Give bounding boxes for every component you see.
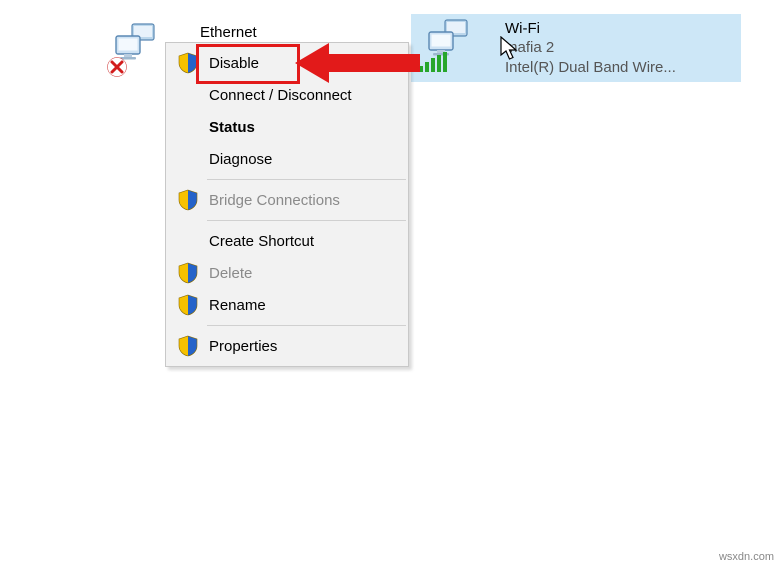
menu-properties-label: Properties [209, 338, 277, 355]
menu-separator [207, 179, 406, 180]
shield-icon [177, 262, 199, 284]
wifi-network: mafia 2 [505, 38, 676, 58]
menu-status-label: Status [209, 119, 255, 136]
menu-connect-disconnect-label: Connect / Disconnect [209, 87, 352, 104]
watermark-text: wsxdn.com [719, 551, 774, 563]
menu-separator [207, 325, 406, 326]
shield-icon [177, 335, 199, 357]
menu-disable[interactable]: Disable [167, 47, 407, 79]
menu-connect-disconnect[interactable]: Connect / Disconnect [167, 79, 407, 111]
menu-status[interactable]: Status [167, 111, 407, 143]
ethernet-name: Ethernet [200, 24, 257, 41]
wifi-signal-icon [419, 52, 447, 72]
menu-rename[interactable]: Rename [167, 289, 407, 321]
menu-create-shortcut-label: Create Shortcut [209, 233, 314, 250]
menu-disable-label: Disable [209, 55, 259, 72]
menu-bridge-label: Bridge Connections [209, 192, 340, 209]
mouse-cursor-icon [500, 36, 520, 62]
wifi-device: Intel(R) Dual Band Wire... [505, 58, 676, 78]
shield-icon [177, 189, 199, 211]
context-menu: Disable Connect / Disconnect Status Diag… [165, 42, 409, 367]
wifi-name: Wi-Fi [505, 19, 676, 39]
wifi-adapter-icon [419, 18, 499, 78]
ethernet-adapter[interactable]: Ethernet [110, 22, 164, 74]
menu-properties[interactable]: Properties [167, 330, 407, 362]
menu-create-shortcut[interactable]: Create Shortcut [167, 225, 407, 257]
menu-separator [207, 220, 406, 221]
menu-delete-label: Delete [209, 265, 252, 282]
menu-delete: Delete [167, 257, 407, 289]
menu-diagnose[interactable]: Diagnose [167, 143, 407, 175]
disconnected-x-icon [106, 56, 128, 78]
wifi-adapter[interactable]: Wi-Fi mafia 2 Intel(R) Dual Band Wire... [411, 14, 741, 82]
menu-diagnose-label: Diagnose [209, 151, 272, 168]
shield-icon [177, 294, 199, 316]
menu-rename-label: Rename [209, 297, 266, 314]
menu-bridge-connections: Bridge Connections [167, 184, 407, 216]
shield-icon [177, 52, 199, 74]
